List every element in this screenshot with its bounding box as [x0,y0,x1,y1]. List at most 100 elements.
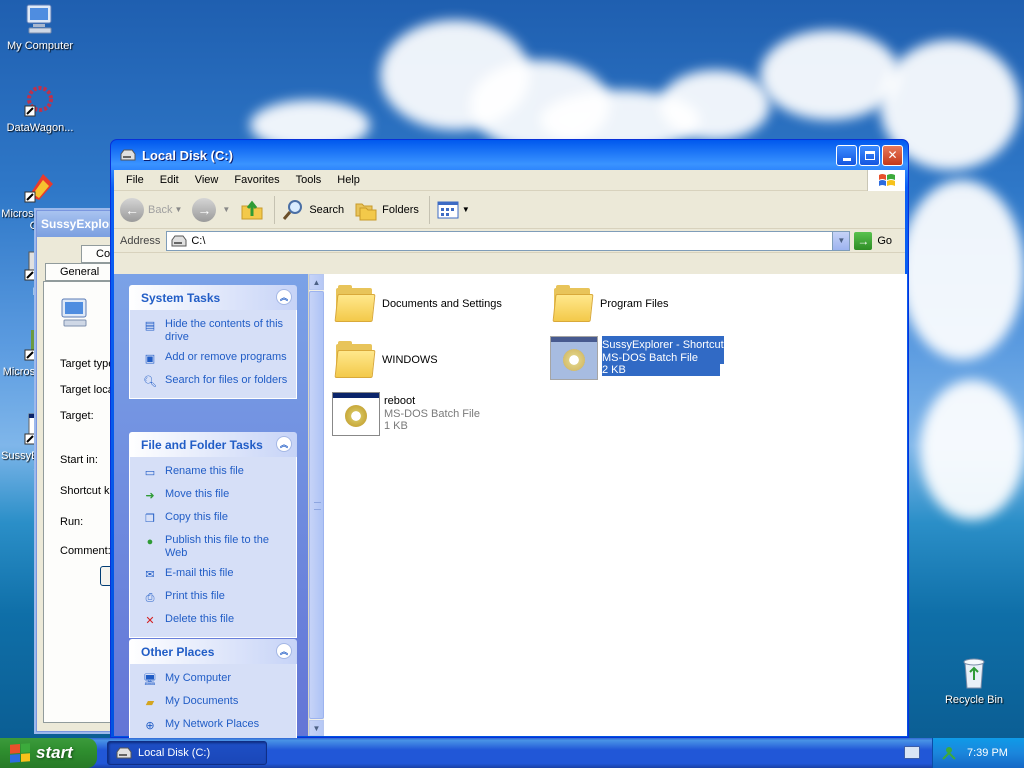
search-icon: 🔍︎ [143,375,157,388]
desktop-icon-my-computer[interactable]: My Computer [0,2,80,52]
link-label: Publish this file to the Web [165,534,269,559]
minimize-button[interactable] [836,144,857,166]
desktop-icon-recycle-bin[interactable]: Recycle Bin [934,656,1014,706]
close-button[interactable]: ✕ [882,144,903,166]
toolbar-separator [428,195,430,224]
desktop-icon-datawagon[interactable]: DataWagon... [0,84,80,134]
hide-contents-icon: ▤ [144,319,156,332]
task-pane: System Tasks ︽ ▤ Hide the contents of thi… [114,274,308,743]
collapse-icon[interactable]: ︽ [276,289,292,305]
copy-icon: ❐ [145,512,155,525]
scroll-down-icon[interactable]: ▼ [309,720,324,736]
address-dropdown-icon[interactable]: ▼ [832,231,850,250]
file-item-sussyexplorer-shortcut[interactable]: SussyExplorer - Shortcut MS-DOS Batch Fi… [550,336,724,380]
file-folder-tasks-title: File and Folder Tasks [141,437,263,452]
delete-icon: ✕ [145,614,155,627]
start-button[interactable]: start [0,738,97,768]
system-tasks-panel: System Tasks ︽ ▤ Hide the contents of thi… [129,285,297,399]
link-label: Add or remove programs [165,351,287,363]
folders-label: Folders [382,203,419,216]
maximize-icon [864,150,875,160]
keyboard-icon[interactable] [904,746,920,759]
link-email-file[interactable]: ✉ E-mail this file [142,567,288,583]
link-add-remove-programs[interactable]: ▣ Add or remove programs [142,351,288,367]
task-pane-scrollbar[interactable]: ▲ ▼ [308,274,324,736]
link-label: Print this file [165,590,225,602]
views-button[interactable]: ▼ [436,200,470,220]
forward-button[interactable]: → ▼ [192,197,230,222]
file-item-documents-and-settings[interactable]: Documents and Settings [334,284,502,324]
file-item-windows[interactable]: WINDOWS [334,340,438,380]
up-button[interactable] [240,198,264,222]
folders-button[interactable]: Folders [354,198,419,222]
desktop-icon-label: DataWagon... [6,122,74,134]
search-button[interactable]: Search [281,198,344,222]
link-label: My Documents [165,695,239,707]
address-value: C:\ [191,234,206,247]
other-places-header[interactable]: Other Places ︽ [129,639,297,664]
tab-general[interactable]: General [45,263,115,281]
windows-flag-icon [10,743,30,763]
scroll-thumb[interactable] [309,291,324,719]
file-item-reboot[interactable]: reboot MS-DOS Batch File 1 KB [332,392,480,436]
file-name: reboot [384,395,416,407]
title-bar[interactable]: Local Disk (C:) ✕ [114,140,905,170]
taskbar-item-label: Local Disk (C:) [138,747,211,759]
explorer-window[interactable]: Local Disk (C:) ✕ File Edit View Favorit… [110,139,909,743]
collapse-icon[interactable]: ︽ [276,436,292,452]
address-input[interactable]: C:\ ▼ [166,230,851,251]
forward-dropdown-icon[interactable]: ▼ [222,205,230,214]
views-dropdown-icon[interactable]: ▼ [462,205,470,214]
network-tray-icon[interactable] [941,745,957,761]
search-icon [283,199,303,220]
link-my-computer[interactable]: 🖥︎ My Computer [142,672,288,688]
link-move-file[interactable]: ➜ Move this file [142,488,288,504]
taskbar-item-local-disk[interactable]: Local Disk (C:) [107,741,267,765]
link-publish-web[interactable]: ● Publish this file to the Web [142,534,288,560]
link-delete-file[interactable]: ✕ Delete this file [142,613,288,629]
search-label: Search [309,203,345,216]
batch-file-icon [550,336,598,380]
file-item-program-files[interactable]: Program Files [552,284,668,324]
back-dropdown-icon[interactable]: ▼ [174,205,182,214]
drive-icon [120,149,136,161]
back-label: Back [148,203,173,216]
computer-icon: 🖥︎ [143,673,157,686]
menu-favorites[interactable]: Favorites [226,174,287,186]
link-my-documents[interactable]: ▰ My Documents [142,695,288,711]
row-start-in: Start in: [60,454,98,466]
scroll-up-icon[interactable]: ▲ [309,274,324,290]
file-size: 2 KB [602,364,720,376]
drive-icon [116,747,132,759]
maximize-button[interactable] [859,144,880,166]
desktop-icon-label: Recycle Bin [944,694,1004,706]
move-icon: ➜ [145,489,155,502]
link-rename-file[interactable]: ▭ Rename this file [142,465,288,481]
menu-help[interactable]: Help [329,174,368,186]
link-label: Hide the contents of this drive [165,318,284,343]
system-tasks-header[interactable]: System Tasks ︽ [129,285,297,310]
file-type: MS-DOS Batch File [602,352,724,364]
link-copy-file[interactable]: ❐ Copy this file [142,511,288,527]
grip-icon [314,502,321,510]
computer-icon [23,2,57,36]
link-search-files[interactable]: 🔍︎ Search for files or folders [142,374,288,390]
menu-bar: File Edit View Favorites Tools Help [114,170,905,191]
file-folder-tasks-header[interactable]: File and Folder Tasks ︽ [129,432,297,457]
menu-edit[interactable]: Edit [152,174,187,186]
collapse-icon[interactable]: ︽ [276,643,292,659]
link-my-network-places[interactable]: ⊕ My Network Places [142,718,288,734]
clock[interactable]: 7:39 PM [967,747,1008,759]
row-target: Target: [60,410,94,422]
file-name: Documents and Settings [382,298,502,310]
menu-tools[interactable]: Tools [288,174,330,186]
folder-icon [334,284,376,324]
link-hide-contents[interactable]: ▤ Hide the contents of this drive [142,318,288,344]
link-print-file[interactable]: ⎙ Print this file [142,590,288,606]
system-tasks-title: System Tasks [141,290,221,305]
views-icon [437,201,459,218]
back-button[interactable]: ← Back ▼ [120,197,182,222]
go-button[interactable]: → Go [854,231,892,250]
menu-view[interactable]: View [187,174,227,186]
menu-file[interactable]: File [118,174,152,186]
